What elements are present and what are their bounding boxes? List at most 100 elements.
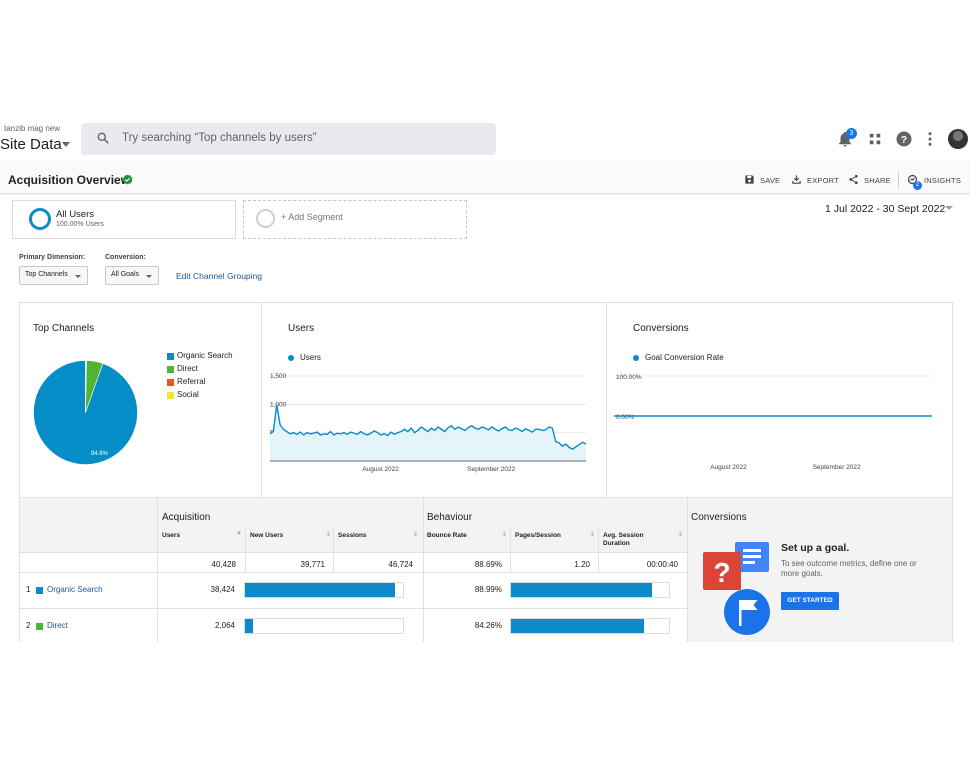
primary-dimension-value: Top Channels — [25, 271, 68, 278]
total-bounce-rate: 88.69% — [474, 560, 502, 569]
goal-title: Set up a goal. — [781, 542, 850, 554]
conversions-chart[interactable]: 100.00% 0.00% August 2022 September 2022 — [607, 368, 952, 478]
help-icon[interactable]: ? — [895, 130, 913, 148]
x-tick-label: September 2022 — [467, 466, 515, 473]
add-segment-button[interactable] — [243, 200, 467, 239]
save-icon[interactable] — [744, 174, 755, 185]
bounce-rate-bar — [510, 582, 670, 598]
divider — [898, 171, 899, 189]
col-avg-session-duration[interactable]: Avg. Session Duration — [603, 532, 663, 548]
apps-grid-icon[interactable] — [866, 130, 884, 148]
divider — [510, 528, 511, 573]
divider — [20, 552, 687, 553]
col-pages-session[interactable]: Pages/Session — [515, 532, 561, 539]
date-range-picker[interactable]: 1 Jul 2022 - 30 Sept 2022 — [825, 203, 945, 215]
legend-swatch — [167, 353, 174, 360]
table-corner — [20, 498, 157, 553]
divider — [423, 498, 424, 642]
col-users[interactable]: Users — [162, 532, 180, 539]
channel-color-swatch — [36, 623, 43, 630]
row-bounce-rate: 84.26% — [474, 621, 502, 630]
sort-icon[interactable]: ⇕ — [590, 531, 595, 538]
row-users: 2,064 — [214, 621, 235, 630]
sort-desc-icon[interactable]: ▼ — [236, 531, 242, 537]
total-new-users: 39,771 — [300, 560, 325, 569]
search-placeholder: Try searching “Top channels by users” — [122, 132, 317, 144]
divider — [687, 498, 688, 642]
row-users: 38,424 — [210, 585, 235, 594]
sort-icon[interactable]: ⇕ — [413, 531, 418, 538]
conversions-title: Conversions — [633, 323, 689, 334]
total-avg-session-duration: 00:00:40 — [646, 560, 678, 569]
page-title: Acquisition Overview — [8, 173, 131, 187]
row-index: 2 — [26, 621, 31, 630]
legend-swatch — [167, 366, 174, 373]
col-bounce-rate[interactable]: Bounce Rate — [427, 532, 467, 539]
row-channel-organic-search[interactable]: Organic Search — [47, 585, 103, 594]
conversions-label: Conversions — [691, 512, 747, 523]
insights-badge: 2 — [913, 181, 922, 190]
insights-button[interactable]: INSIGHTS — [924, 176, 961, 185]
row-channel-direct[interactable]: Direct — [47, 621, 68, 630]
legend-dot — [288, 355, 294, 361]
chevron-down-icon[interactable] — [62, 142, 70, 147]
export-icon[interactable] — [791, 174, 802, 185]
segment-ring-icon — [29, 208, 51, 230]
account-name: tanzib mag new — [4, 124, 61, 133]
divider — [20, 608, 687, 609]
sort-icon[interactable]: ⇕ — [326, 531, 331, 538]
avatar[interactable] — [948, 129, 968, 149]
new-users-bar-fill — [245, 583, 396, 597]
bounce-rate-bar-fill — [511, 619, 645, 633]
bounce-rate-bar-fill — [511, 583, 652, 597]
property-selector[interactable]: Site Data — [0, 136, 62, 153]
legend-label-direct: Direct — [177, 364, 198, 373]
legend-swatch — [167, 379, 174, 386]
divider — [598, 528, 599, 573]
legend-label-social: Social — [177, 390, 199, 399]
col-sessions[interactable]: Sessions — [338, 532, 367, 539]
share-icon[interactable] — [848, 174, 859, 185]
row-index: 1 — [26, 585, 31, 594]
y-tick-label: 1,000 — [270, 401, 287, 408]
acquisition-label: Acquisition — [162, 512, 211, 523]
conversion-select[interactable]: All Goals — [105, 266, 159, 285]
save-button[interactable]: SAVE — [760, 176, 780, 185]
users-chart[interactable]: 1,5001,000500August 2022September 2022 — [262, 368, 602, 478]
conversion-label: Conversion: — [105, 254, 146, 261]
export-button[interactable]: EXPORT — [807, 176, 839, 185]
total-sessions: 46,724 — [388, 560, 413, 569]
search-input[interactable]: Try searching “Top channels by users” — [81, 123, 496, 155]
col-new-users[interactable]: New Users — [250, 532, 283, 539]
top-channels-pie[interactable]: 94.6% — [33, 360, 138, 465]
chevron-down-icon[interactable] — [945, 206, 953, 210]
divider — [333, 528, 334, 573]
svg-text:?: ? — [901, 134, 907, 146]
chevron-down-icon — [75, 275, 81, 278]
segment-subtitle: 100.00% Users — [56, 221, 104, 228]
bounce-rate-bar — [510, 618, 670, 634]
add-segment-label: + Add Segment — [281, 212, 343, 222]
users-legend-label: Users — [300, 353, 321, 362]
sort-icon[interactable]: ⇕ — [502, 531, 507, 538]
conversions-legend-label: Goal Conversion Rate — [645, 353, 724, 362]
chevron-down-icon — [146, 275, 152, 278]
primary-dimension-select[interactable]: Top Channels — [19, 266, 88, 285]
legend-swatch — [167, 392, 174, 399]
divider — [157, 498, 158, 642]
share-button[interactable]: SHARE — [864, 176, 891, 185]
pie-percent-label: 94.6% — [91, 451, 109, 457]
segment-name: All Users — [56, 209, 95, 220]
more-vert-icon[interactable] — [921, 130, 939, 148]
conversion-value: All Goals — [111, 271, 140, 278]
total-users: 40,428 — [211, 560, 236, 569]
get-started-button[interactable]: GET STARTED — [781, 592, 839, 610]
edit-channel-grouping-link[interactable]: Edit Channel Grouping — [176, 271, 262, 281]
x-tick-label: August 2022 — [362, 466, 399, 473]
sort-icon[interactable]: ⇕ — [678, 531, 683, 538]
x-tick-label: August 2022 — [710, 464, 747, 471]
search-icon — [97, 132, 109, 144]
row-bounce-rate: 88.99% — [474, 585, 502, 594]
y-tick-label: 0.00% — [616, 414, 635, 421]
y-tick-label: 100.00% — [616, 374, 642, 381]
